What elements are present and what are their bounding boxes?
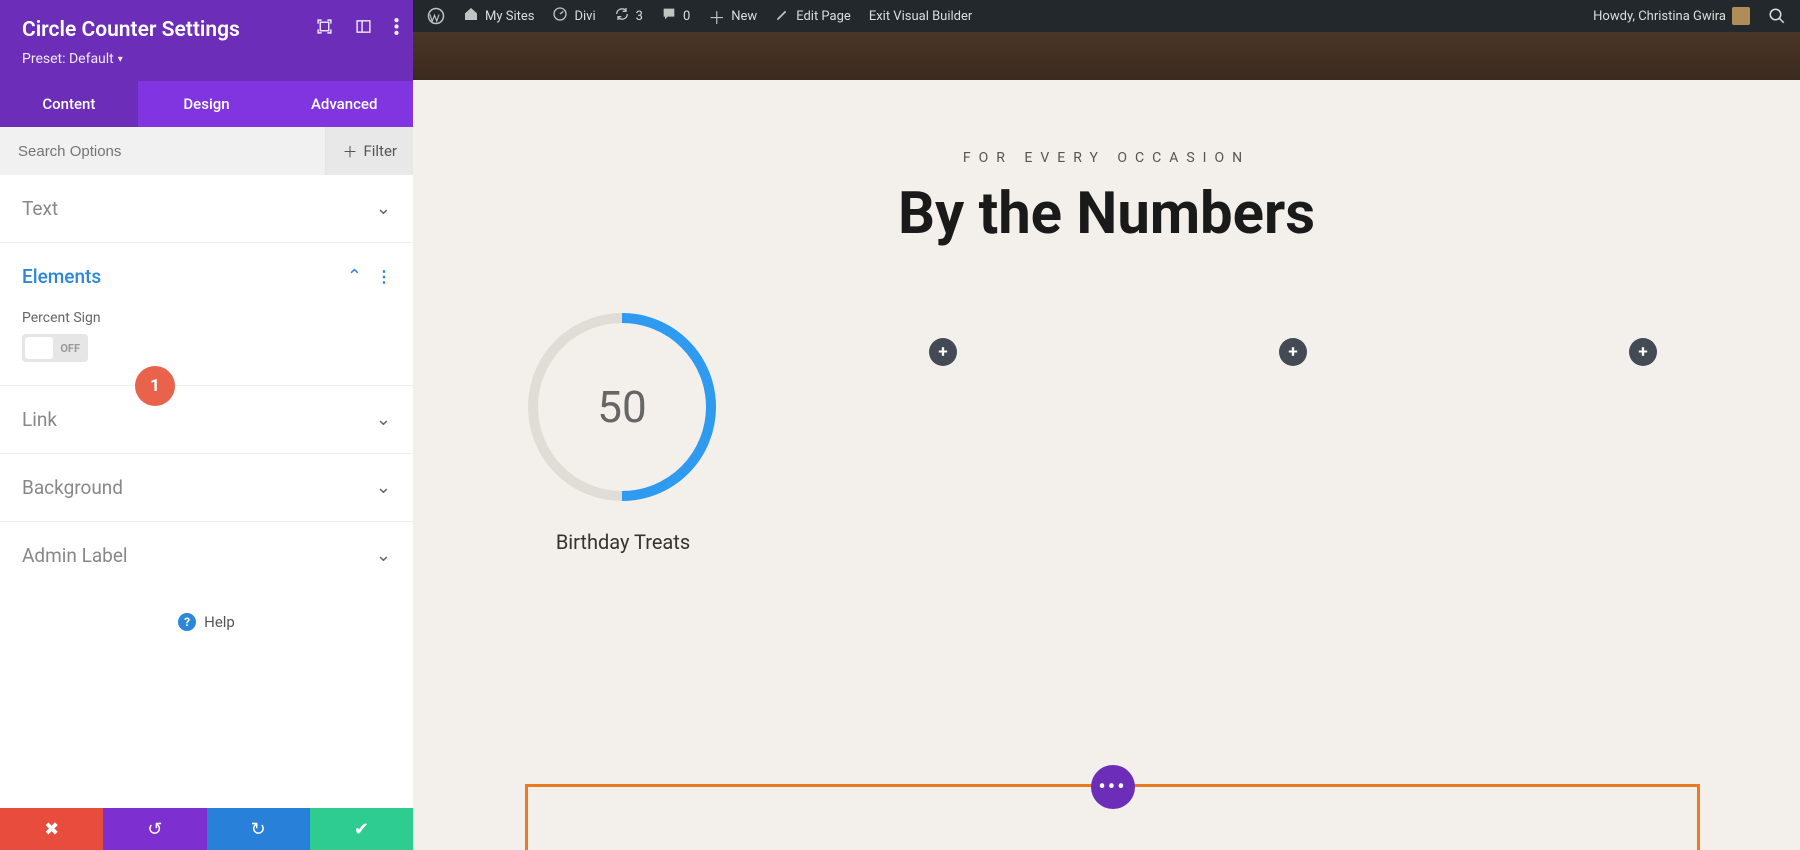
- toggle-knob: [25, 337, 53, 359]
- section-elements-header[interactable]: Elements ⌃ ⋮: [22, 265, 391, 288]
- circle-counter-caption: Birthday Treats: [523, 530, 723, 554]
- add-module-button[interactable]: +: [1279, 338, 1307, 366]
- check-icon: ✔: [354, 819, 369, 840]
- redo-button[interactable]: ↻: [207, 808, 310, 850]
- section-background[interactable]: Background ⌄: [0, 454, 413, 522]
- ab-howdy-label: Howdy, Christina Gwira: [1593, 9, 1726, 24]
- settings-sidebar: Circle Counter Settings Preset: Default …: [0, 0, 413, 850]
- save-button[interactable]: ✔: [310, 808, 413, 850]
- elements-body: Percent Sign OFF: [22, 310, 391, 363]
- settings-tabs: Content Design Advanced: [0, 81, 413, 127]
- chevron-down-icon: ⌄: [376, 409, 391, 430]
- cancel-button[interactable]: ✖: [0, 808, 103, 850]
- ab-updates-count: 3: [636, 9, 643, 24]
- more-icon[interactable]: [394, 18, 399, 39]
- search-row: ＋ Filter: [0, 127, 413, 175]
- search-input[interactable]: [0, 143, 325, 160]
- help-row[interactable]: ? Help: [0, 589, 413, 671]
- circle-counter-value: 50: [523, 308, 721, 506]
- redo-icon: ↻: [251, 819, 266, 840]
- undo-button[interactable]: ↺: [103, 808, 206, 850]
- chevron-down-icon: ⌄: [376, 545, 391, 566]
- ab-edit-page[interactable]: Edit Page: [775, 7, 851, 26]
- tab-design[interactable]: Design: [138, 81, 276, 127]
- add-module-slot-2: +: [843, 308, 1043, 554]
- dock-icon[interactable]: [355, 18, 372, 39]
- help-icon: ?: [178, 613, 196, 631]
- hero-title: By the Numbers: [413, 180, 1800, 248]
- section-title-text: Text: [22, 197, 58, 220]
- testimonial-section-outline[interactable]: “ •••: [525, 784, 1700, 850]
- section-title-elements: Elements: [22, 265, 101, 288]
- home-icon: [463, 6, 479, 26]
- avatar: [1732, 7, 1750, 25]
- ab-howdy[interactable]: Howdy, Christina Gwira: [1593, 7, 1750, 25]
- ab-my-sites[interactable]: My Sites: [463, 6, 534, 26]
- ab-new-label: New: [731, 9, 757, 24]
- add-module-button[interactable]: +: [929, 338, 957, 366]
- preset-selector[interactable]: Preset: Default: [22, 51, 123, 67]
- tab-advanced[interactable]: Advanced: [275, 81, 413, 127]
- expand-icon[interactable]: [316, 18, 333, 39]
- sections-panel: Text ⌄ Elements ⌃ ⋮ Percent Sign OFF: [0, 175, 413, 808]
- search-icon: [1768, 7, 1786, 25]
- plus-icon: ＋: [342, 141, 357, 162]
- section-actions-fab[interactable]: •••: [1091, 765, 1135, 809]
- plus-icon: ＋: [708, 4, 725, 29]
- wp-logo[interactable]: [427, 7, 445, 25]
- section-elements: Elements ⌃ ⋮ Percent Sign OFF: [0, 243, 413, 386]
- refresh-icon: [614, 6, 630, 26]
- help-label: Help: [204, 613, 235, 631]
- section-more-icon[interactable]: ⋮: [376, 267, 391, 286]
- circle-counter-module[interactable]: 50 Birthday Treats: [523, 308, 723, 554]
- pencil-icon: [775, 7, 790, 26]
- section-title-admin: Admin Label: [22, 544, 128, 567]
- sidebar-footer: ✖ ↺ ↻ ✔: [0, 808, 413, 850]
- filter-button-label: Filter: [363, 142, 397, 160]
- ab-exit-vb[interactable]: Exit Visual Builder: [869, 9, 972, 24]
- filter-button[interactable]: ＋ Filter: [325, 127, 413, 175]
- ab-comments[interactable]: 0: [661, 6, 690, 26]
- annotation-badge-1: 1: [135, 366, 175, 406]
- ab-updates[interactable]: 3: [614, 6, 643, 26]
- percent-sign-toggle[interactable]: OFF: [22, 334, 88, 362]
- page-preview: My Sites Divi 3 0 ＋: [413, 0, 1800, 850]
- toggle-state: OFF: [60, 342, 80, 355]
- section-link[interactable]: Link ⌄: [0, 386, 413, 454]
- section-title-background: Background: [22, 476, 123, 499]
- counters-row: 50 Birthday Treats + + +: [413, 248, 1800, 554]
- section-admin-label[interactable]: Admin Label ⌄: [0, 522, 413, 589]
- add-module-slot-3: +: [1193, 308, 1393, 554]
- add-module-button[interactable]: +: [1629, 338, 1657, 366]
- gauge-icon: [552, 6, 568, 26]
- circle-counter-ring: 50: [523, 308, 721, 506]
- ab-comments-count: 0: [683, 9, 690, 24]
- ab-my-sites-label: My Sites: [485, 9, 534, 24]
- percent-sign-label: Percent Sign: [22, 310, 391, 326]
- wp-adminbar: My Sites Divi 3 0 ＋: [413, 0, 1800, 32]
- ab-divi-label: Divi: [574, 9, 595, 24]
- hero-image-strip: [413, 32, 1800, 80]
- comment-icon: [661, 6, 677, 26]
- hero-eyebrow: FOR EVERY OCCASION: [413, 150, 1800, 166]
- sidebar-header: Circle Counter Settings Preset: Default: [0, 0, 413, 81]
- ab-edit-page-label: Edit Page: [796, 9, 851, 24]
- ab-search[interactable]: [1768, 7, 1786, 25]
- chevron-down-icon: ⌄: [376, 198, 391, 219]
- ab-divi[interactable]: Divi: [552, 6, 595, 26]
- undo-icon: ↺: [147, 819, 162, 840]
- section-title-link: Link: [22, 408, 57, 431]
- chevron-down-icon: ⌄: [376, 477, 391, 498]
- section-text[interactable]: Text ⌄: [0, 175, 413, 243]
- ab-new[interactable]: ＋ New: [708, 4, 757, 29]
- hero: FOR EVERY OCCASION By the Numbers: [413, 80, 1800, 248]
- close-icon: ✖: [44, 819, 59, 840]
- chevron-up-icon: ⌃: [347, 266, 362, 287]
- add-module-slot-4: +: [1543, 308, 1743, 554]
- tab-content[interactable]: Content: [0, 81, 138, 127]
